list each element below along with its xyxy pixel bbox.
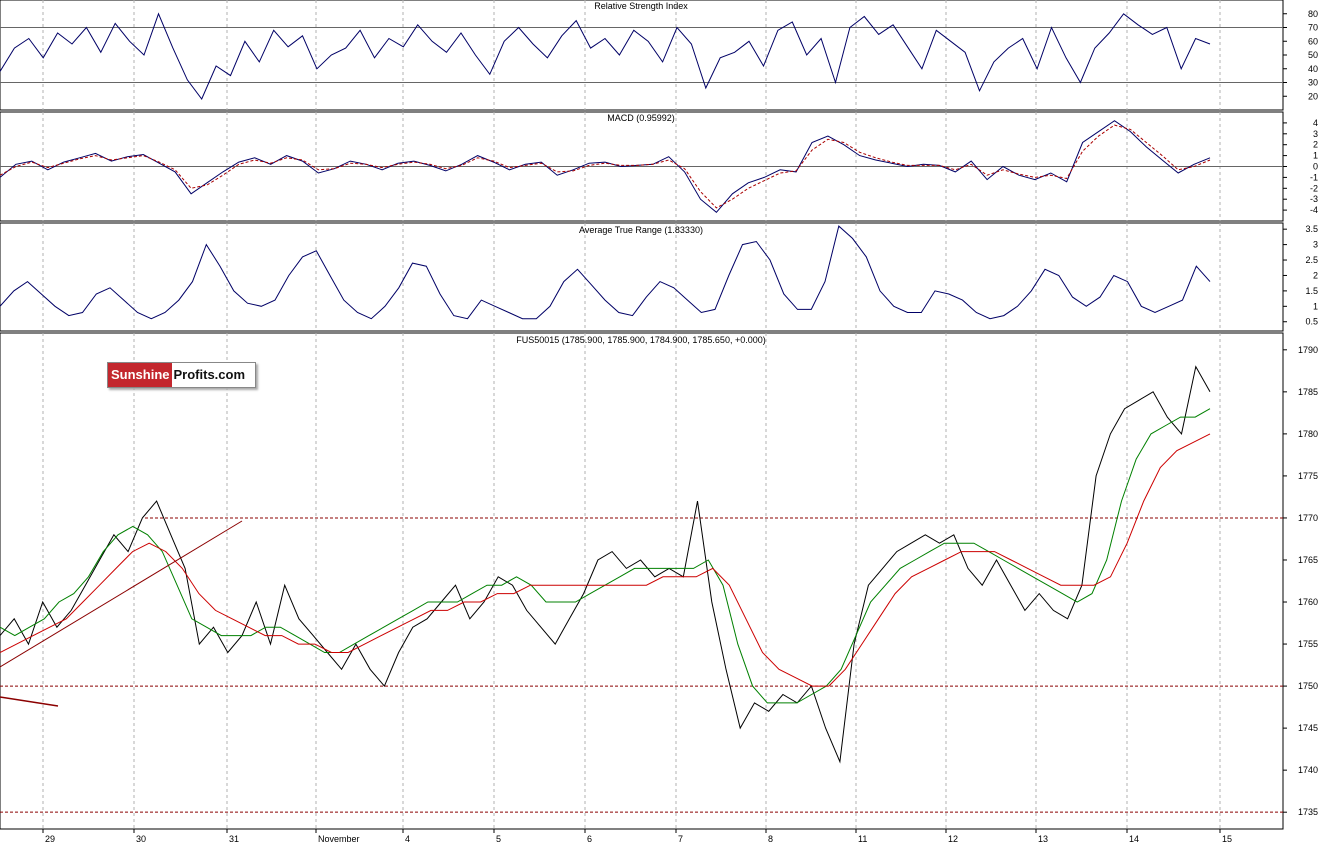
series-line (0, 225, 1211, 320)
panel-frame (0, 222, 1284, 332)
y-tick-label: -4 (1310, 205, 1318, 215)
y-tick-label: 1745 (1298, 723, 1318, 733)
series-line (0, 365, 1211, 764)
x-tick-label: 11 (858, 834, 867, 844)
y-tick-label: 1780 (1298, 429, 1318, 439)
trend-line (0, 696, 59, 707)
y-tick-label: 0 (1313, 162, 1318, 172)
y-tick-label: 2 (1313, 270, 1318, 280)
x-tick-label: 13 (1038, 834, 1048, 844)
y-tick-label: 50 (1308, 50, 1318, 60)
y-tick-label: -3 (1310, 194, 1318, 204)
y-tick-label: 1755 (1298, 639, 1318, 649)
y-tick-label: -1 (1310, 172, 1318, 182)
chart-canvas: 29 30 31 November 4 5 6 7 8 11 12 13 14 15 Relative St… (0, 0, 1321, 844)
y-tick-label: 4 (1313, 118, 1318, 128)
x-tick-label: 6 (587, 834, 592, 844)
y-tick-label: 1.5 (1305, 286, 1318, 296)
y-tick-label: 3 (1313, 129, 1318, 139)
x-tick-label: 5 (496, 834, 501, 844)
sunshine-profits-logo: Sunshine Profits.com (107, 362, 257, 388)
x-tick-label: 30 (136, 834, 146, 844)
y-tick-label: 3.5 (1305, 224, 1318, 234)
panel-title: FUS50015 (1785.900, 1785.900, 1784.900, … (516, 335, 765, 345)
y-tick-label: 30 (1308, 78, 1318, 88)
y-tick-label: 40 (1308, 64, 1318, 74)
y-tick-label: 1785 (1298, 387, 1318, 397)
panel-title: MACD (0.95992) (607, 113, 675, 123)
y-tick-label: 2 (1313, 140, 1318, 150)
y-tick-label: 80 (1308, 9, 1318, 19)
x-tick-label: 4 (405, 834, 410, 844)
x-tick-label: 7 (678, 834, 683, 844)
x-tick-label: 15 (1222, 834, 1232, 844)
x-tick-label: 12 (948, 834, 958, 844)
y-tick-label: 1 (1313, 151, 1318, 161)
y-tick-label: 1750 (1298, 681, 1318, 691)
y-tick-label: 1 (1313, 301, 1318, 311)
y-tick-label: 20 (1308, 91, 1318, 101)
y-tick-label: -2 (1310, 183, 1318, 193)
x-tick-label: 31 (229, 834, 239, 844)
y-tick-label: 70 (1308, 23, 1318, 33)
x-tick-label: 14 (1129, 834, 1139, 844)
y-tick-label: 1735 (1298, 807, 1318, 817)
y-tick-label: 0.5 (1305, 317, 1318, 327)
y-tick-label: 1770 (1298, 513, 1318, 523)
y-tick-label: 60 (1308, 36, 1318, 46)
panel-title: Average True Range (1.83330) (579, 225, 703, 235)
y-tick-label: 2.5 (1305, 255, 1318, 265)
panel-frame (0, 0, 1284, 111)
panel-title: Relative Strength Index (594, 1, 688, 11)
y-tick-label: 1760 (1298, 597, 1318, 607)
panel-frame (0, 332, 1284, 830)
x-tick-label: 8 (768, 834, 773, 844)
logo-part1: Sunshine (108, 363, 172, 387)
logo-part2: Profits.com (173, 367, 246, 382)
x-tick-label: November (318, 834, 360, 844)
chart-svg: 29 30 31 November 4 5 6 7 8 11 12 13 14 15Relative St… (0, 0, 1318, 844)
series-line (0, 12, 1211, 100)
y-tick-label: 1765 (1298, 555, 1318, 565)
y-tick-label: 1775 (1298, 471, 1318, 481)
y-tick-label: 3 (1313, 240, 1318, 250)
x-tick-label: 29 (45, 834, 55, 844)
y-tick-label: 1740 (1298, 765, 1318, 775)
y-tick-label: 1790 (1298, 345, 1318, 355)
